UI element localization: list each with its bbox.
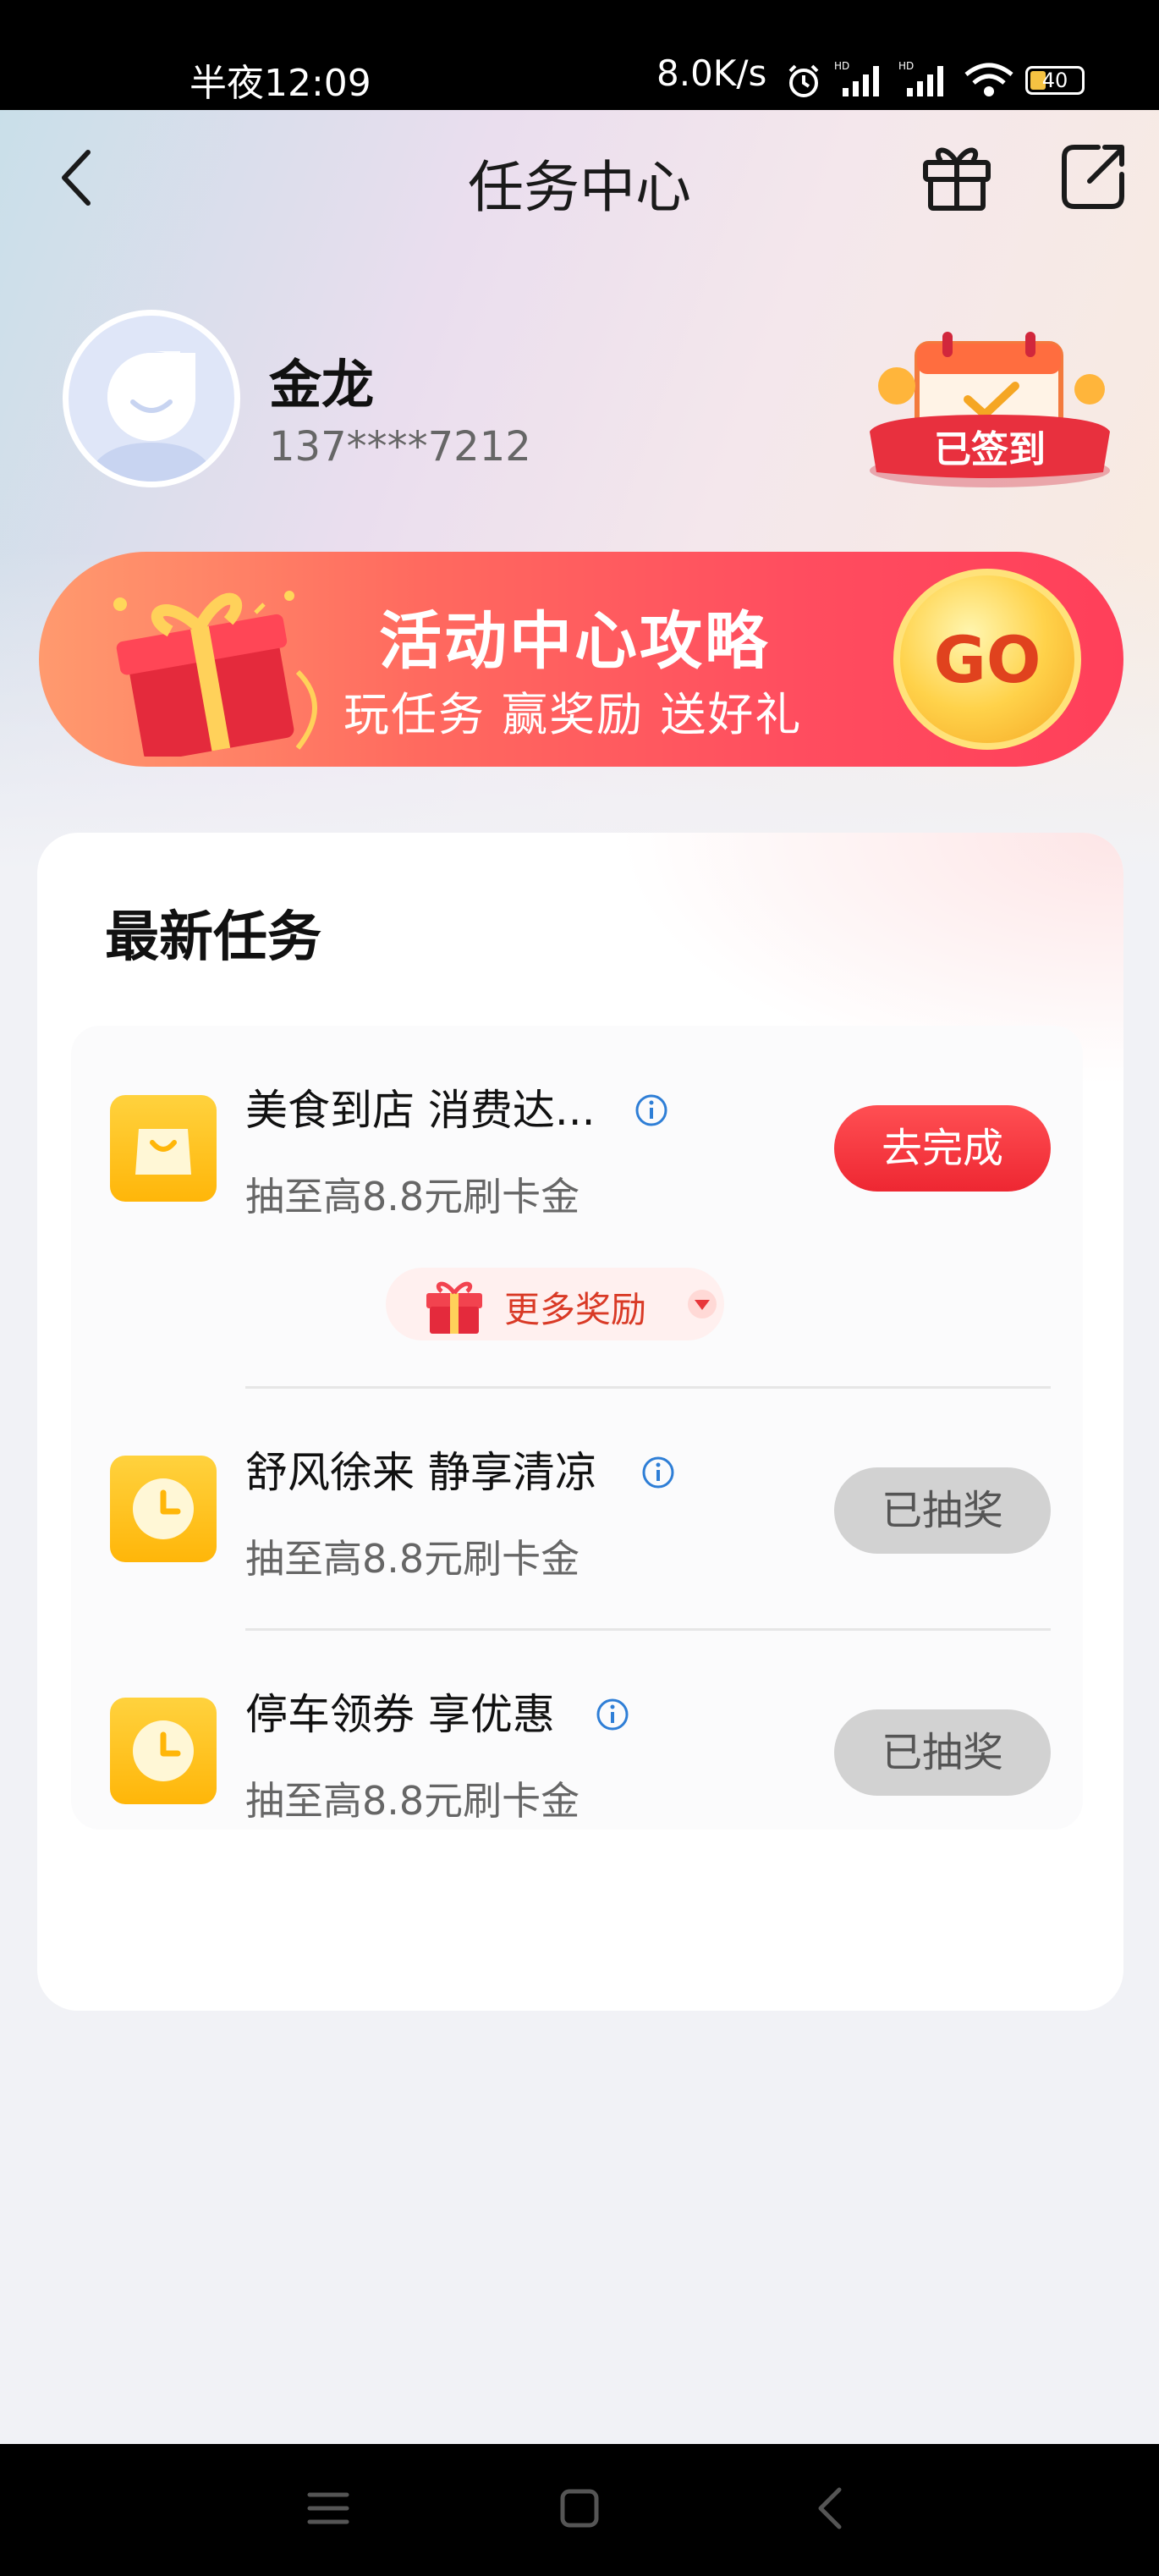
task-title: 舒风徐来 静享清凉 (245, 1448, 597, 1497)
complete-task-button[interactable]: 去完成 (834, 1105, 1051, 1192)
info-icon[interactable] (596, 1698, 629, 1731)
task-subtitle: 抽至高8.8元刷卡金 (245, 1174, 580, 1219)
network-speed: 8.0K/s (656, 52, 767, 94)
more-rewards-label: 更多奖励 (504, 1289, 647, 1330)
go-button[interactable]: GO (893, 569, 1081, 750)
drawn-button[interactable]: 已抽奖 (834, 1709, 1051, 1796)
status-icons: HD HD 40 (785, 59, 1098, 102)
drawn-button[interactable]: 已抽奖 (834, 1467, 1051, 1554)
back-icon[interactable] (805, 2483, 856, 2534)
info-icon[interactable] (634, 1093, 668, 1127)
home-icon[interactable] (554, 2483, 605, 2534)
menu-icon[interactable] (303, 2483, 354, 2534)
divider (245, 1386, 1051, 1389)
task-subtitle: 抽至高8.8元刷卡金 (245, 1536, 580, 1582)
user-name: 金龙 (269, 354, 375, 416)
clock-icon (110, 1698, 217, 1804)
gift-icon[interactable] (920, 140, 993, 212)
gift-box-icon (113, 591, 317, 757)
wifi-icon (964, 63, 1013, 96)
info-icon[interactable] (641, 1456, 675, 1489)
banner-title: 活动中心攻略 (379, 605, 770, 678)
clock-icon (110, 1456, 217, 1562)
default-avatar-icon (86, 351, 217, 482)
status-time: 半夜12:09 (190, 62, 371, 105)
system-navigation-bar (0, 2444, 1159, 2576)
more-rewards-button[interactable]: 更多奖励 (386, 1268, 724, 1340)
signal-icon: HD (898, 60, 943, 96)
signal-icon: HD (834, 60, 879, 96)
alarm-icon (788, 64, 819, 97)
shopping-bag-icon (110, 1095, 217, 1202)
svg-text:HD: HD (898, 60, 914, 72)
divider (245, 1628, 1051, 1631)
chevron-down-icon (688, 1290, 717, 1318)
battery-icon: 40 (1025, 66, 1085, 95)
gift-icon (426, 1281, 482, 1334)
latest-tasks-card: 最新任务 (37, 833, 1123, 2011)
activity-guide-banner[interactable]: 活动中心攻略 玩任务 赢奖励 送好礼 GO (39, 552, 1123, 767)
svg-text:HD: HD (834, 60, 849, 72)
share-icon[interactable] (1057, 140, 1129, 212)
task-subtitle: 抽至高8.8元刷卡金 (245, 1778, 580, 1824)
checkin-label: 已签到 (934, 428, 1046, 471)
section-title: 最新任务 (105, 906, 321, 969)
task-title: 美食到店 消费达... (245, 1086, 596, 1135)
avatar[interactable] (63, 310, 240, 487)
task-title: 停车领券 享优惠 (245, 1690, 555, 1739)
battery-level: 40 (1041, 69, 1068, 92)
user-phone: 137****7212 (269, 423, 531, 471)
banner-subtitle: 玩任务 赢奖励 送好礼 (343, 688, 803, 741)
status-bar: 半夜12:09 8.0K/s HD HD 40 (0, 0, 1159, 110)
checked-in-badge[interactable]: 已签到 (863, 327, 1117, 496)
